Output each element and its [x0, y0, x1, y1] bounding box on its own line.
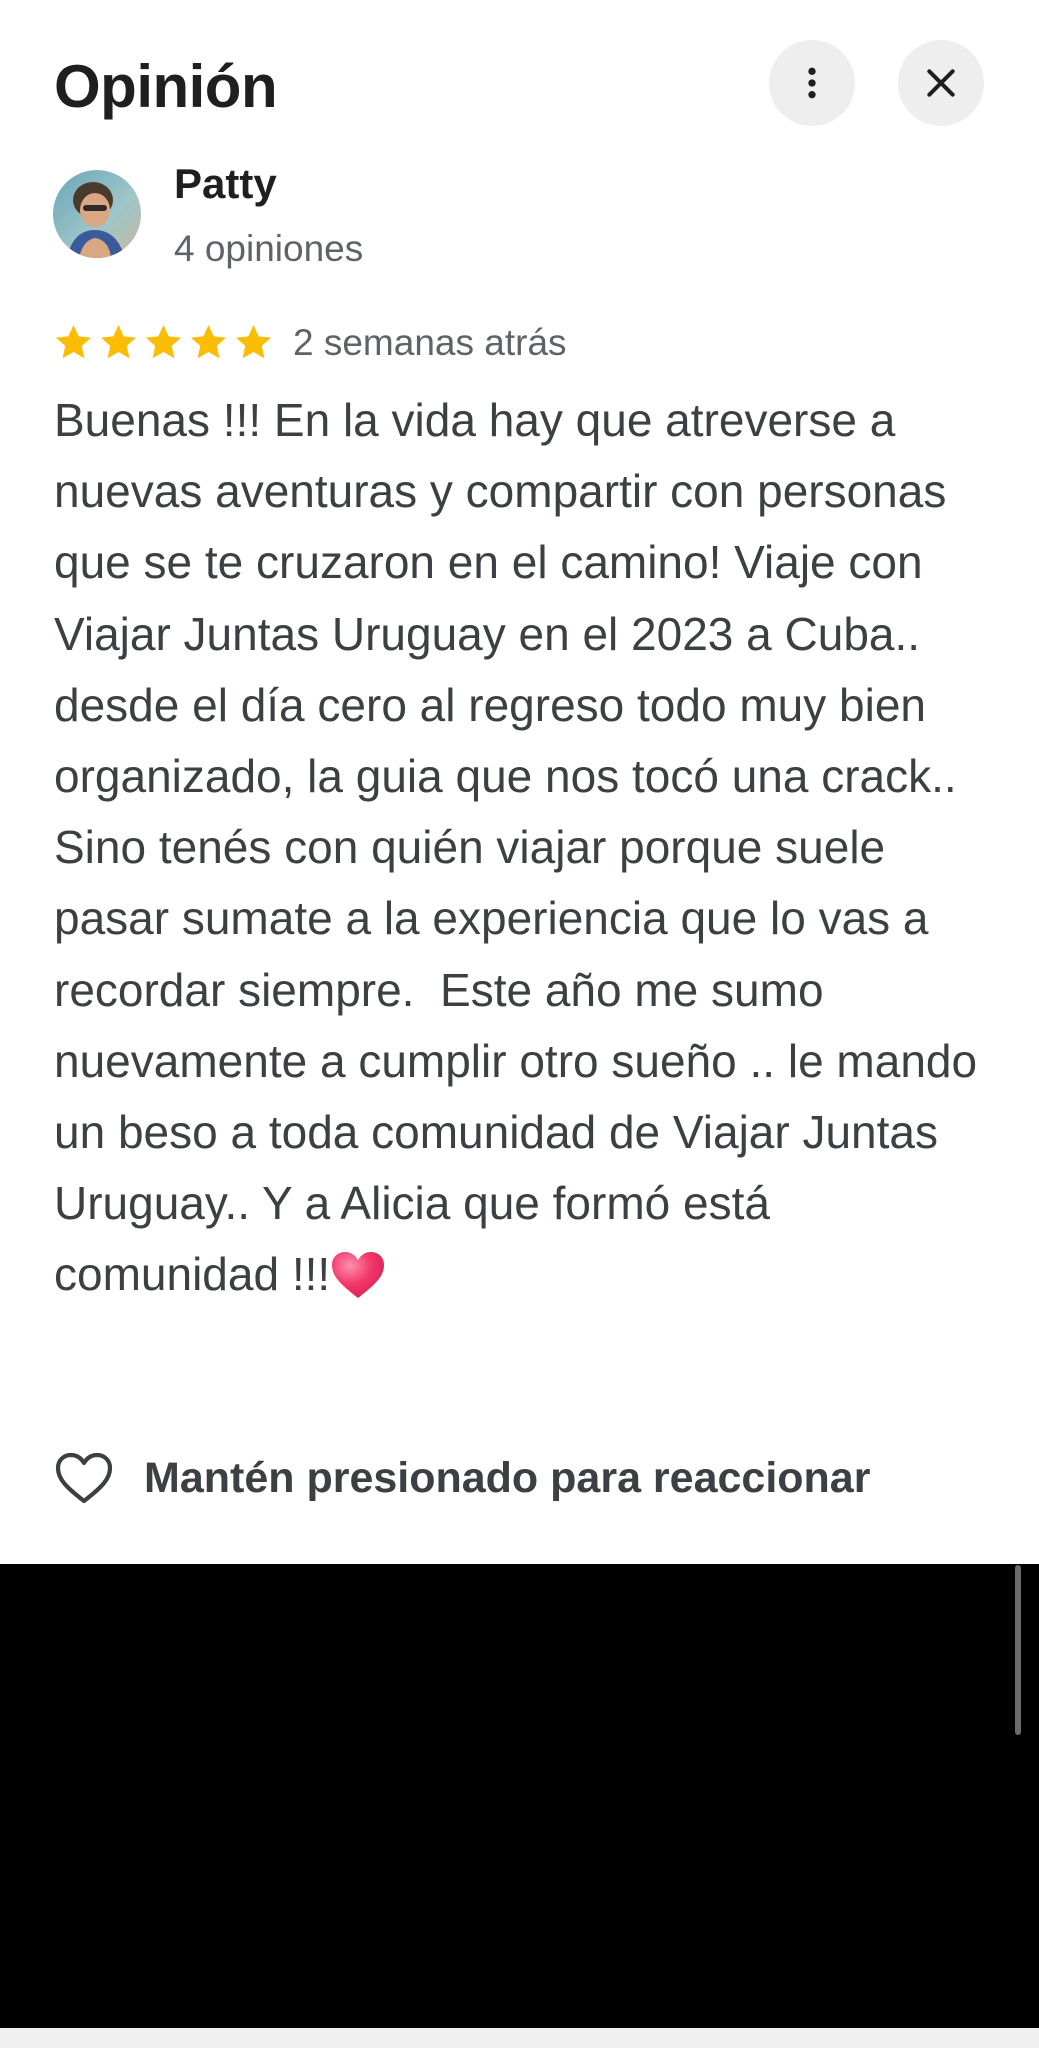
author-review-count: 4 opiniones: [174, 228, 364, 269]
star-icon: [190, 324, 227, 359]
close-icon: [927, 69, 955, 97]
star-icon: [235, 324, 272, 359]
review-sheet: Opinión Patty 4 opiniones 2 semanas atrá…: [0, 0, 1039, 1564]
avatar[interactable]: [53, 170, 141, 258]
review-text: Buenas !!! En la vida hay que atreverse …: [54, 385, 989, 1311]
close-button[interactable]: [898, 40, 984, 126]
reaction-row[interactable]: Mantén presionado para reaccionar: [54, 1448, 870, 1508]
star-icon: [55, 324, 92, 359]
scrollbar[interactable]: [1015, 1565, 1021, 1735]
page-title: Opinión: [54, 53, 278, 120]
star-icon: [145, 324, 182, 359]
bottom-strip: [0, 2028, 1039, 2048]
heart-outline-icon: [55, 1452, 113, 1504]
more-options-button[interactable]: [769, 40, 855, 126]
review-text-content: Buenas !!! En la vida hay que atreverse …: [54, 394, 990, 1301]
reaction-label: Mantén presionado para reaccionar: [144, 1453, 871, 1502]
red-heart-emoji: [332, 1252, 385, 1299]
avatar-photo: [53, 170, 141, 258]
more-vert-icon: [808, 67, 816, 99]
author-name[interactable]: Patty: [174, 160, 277, 208]
media-area: [0, 1564, 1039, 2028]
review-date: 2 semanas atrás: [293, 322, 567, 363]
star-icon: [100, 324, 137, 359]
rating-stars: [52, 321, 275, 364]
